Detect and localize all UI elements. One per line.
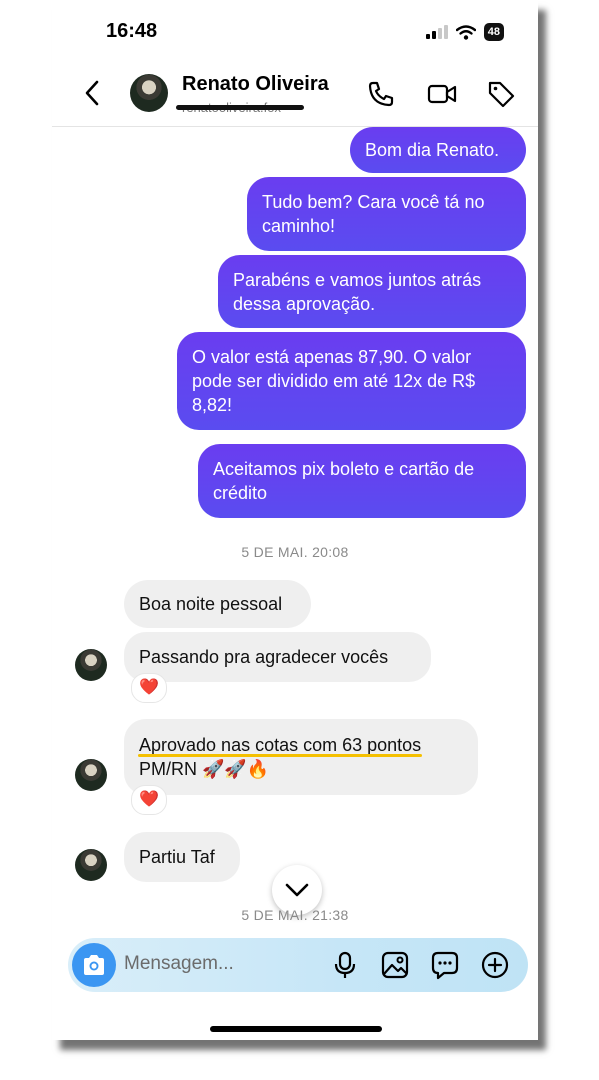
chat-header: Renato Oliveira renatooliveira.fox	[52, 62, 538, 127]
contact-avatar[interactable]	[130, 74, 168, 112]
chevron-down-icon	[285, 883, 309, 897]
incoming-message[interactable]: Passando pra agradecer vocês	[124, 632, 431, 682]
phone-screen: 16:48 48 Renato Oliveira renatooliveira.…	[52, 0, 538, 1040]
wifi-icon	[455, 24, 476, 40]
incoming-message[interactable]: Boa noite pessoal	[124, 580, 311, 628]
home-indicator	[210, 1026, 382, 1032]
battery-icon: 48	[483, 23, 504, 41]
message-input[interactable]: Mensagem...	[124, 953, 234, 975]
outgoing-message[interactable]: Parabéns e vamos juntos atrás dessa apro…	[218, 255, 526, 328]
message-composer[interactable]: Mensagem...	[68, 938, 528, 992]
signal-icon	[425, 25, 448, 39]
incoming-message[interactable]: Partiu Taf	[124, 832, 240, 882]
status-icons: 48	[425, 22, 504, 42]
video-call-icon[interactable]	[426, 78, 458, 110]
gallery-icon[interactable]	[380, 950, 410, 980]
outgoing-message[interactable]: Tudo bem? Cara você tá no caminho!	[247, 177, 526, 251]
sender-avatar[interactable]	[75, 849, 107, 881]
outgoing-message[interactable]: O valor está apenas 87,90. O valor pode …	[177, 332, 526, 430]
yellow-highlight-underline	[138, 754, 422, 757]
heart-reaction-icon[interactable]: ❤️	[131, 785, 167, 815]
status-bar: 16:48 48	[52, 0, 538, 62]
outgoing-message[interactable]: Bom dia Renato.	[350, 127, 526, 173]
sender-avatar[interactable]	[75, 649, 107, 681]
sticker-chat-icon[interactable]	[430, 950, 460, 980]
plus-circle-icon[interactable]	[480, 950, 510, 980]
message-list: Bom dia Renato. Tudo bem? Cara você tá n…	[52, 127, 538, 937]
redaction-scribble	[176, 105, 304, 110]
contact-name[interactable]: Renato Oliveira	[182, 73, 329, 96]
heart-reaction-icon[interactable]: ❤️	[131, 673, 167, 703]
tag-icon[interactable]	[485, 78, 517, 110]
status-time: 16:48	[106, 20, 158, 42]
incoming-message[interactable]: Aprovado nas cotas com 63 pontos PM/RN 🚀…	[124, 719, 478, 795]
phone-call-icon[interactable]	[365, 78, 397, 110]
back-arrow-icon[interactable]	[80, 76, 106, 110]
message-timestamp: 5 DE MAI. 21:38	[241, 907, 349, 923]
camera-icon	[84, 955, 104, 975]
sender-avatar[interactable]	[75, 759, 107, 791]
microphone-icon[interactable]	[330, 950, 360, 980]
message-timestamp: 5 DE MAI. 20:08	[241, 544, 349, 560]
outgoing-message[interactable]: Aceitamos pix boleto e cartão de crédito	[198, 444, 526, 518]
camera-button[interactable]	[72, 943, 116, 987]
